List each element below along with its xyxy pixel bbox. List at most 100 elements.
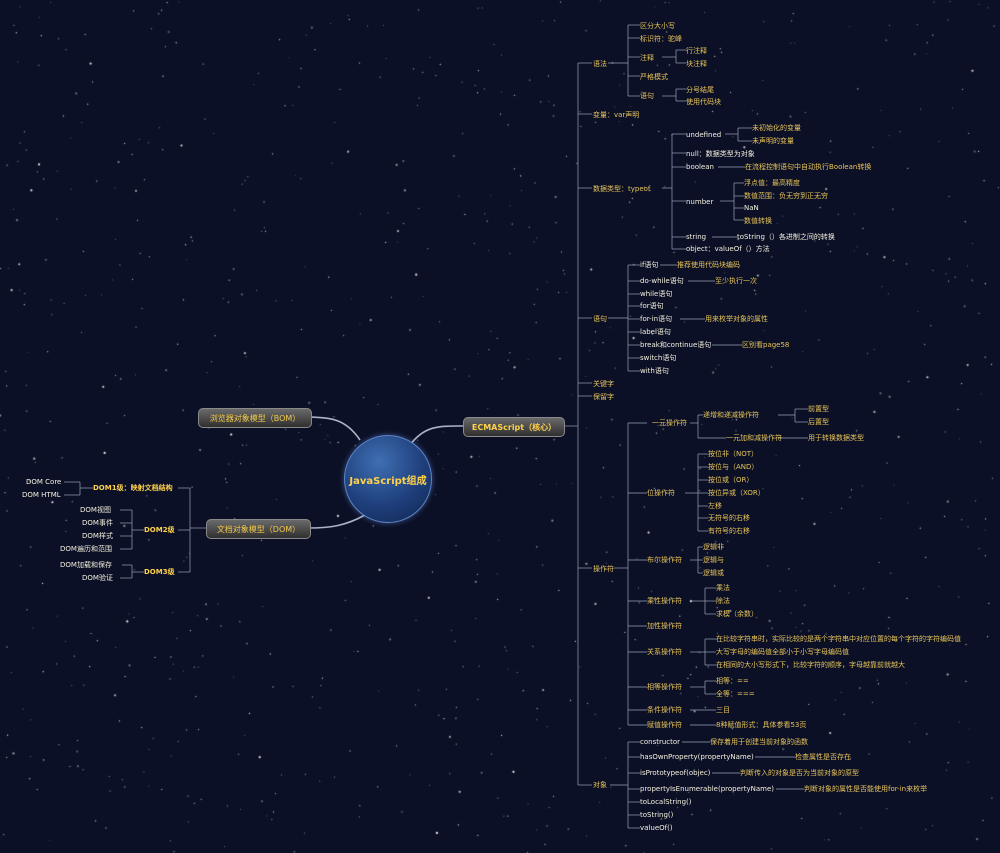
bit-left-shift[interactable]: 左移 xyxy=(708,502,722,511)
operators-node[interactable]: 操作符 xyxy=(593,565,614,574)
dom2-level[interactable]: DOM2级 xyxy=(144,526,175,535)
assignment-note[interactable]: 8种赋值形式：具体参看53页 xyxy=(716,721,806,730)
op-equality[interactable]: 相等操作符 xyxy=(647,683,682,692)
stmt-block[interactable]: 使用代码块 xyxy=(686,98,721,107)
statements-node[interactable]: 语句 xyxy=(593,315,607,324)
number-nan[interactable]: NaN xyxy=(744,204,759,213)
obj-valueof[interactable]: valueOf() xyxy=(640,824,673,833)
type-undefined[interactable]: undefined xyxy=(686,131,721,140)
boolean-note[interactable]: 在流程控制语句中自动执行Boolean转换 xyxy=(745,163,871,172)
op-multiplicative[interactable]: 乘性操作符 xyxy=(647,597,682,606)
type-object[interactable]: object：valueOf（）方法 xyxy=(686,245,770,254)
obj-propertyisenumerable[interactable]: propertyIsEnumerable(propertyName) xyxy=(640,785,774,794)
syntax-statements[interactable]: 语句 xyxy=(640,92,654,101)
obj-tostring[interactable]: toString() xyxy=(640,811,673,820)
syntax-case[interactable]: 区分大小写 xyxy=(640,22,675,31)
mul-modulus[interactable]: 求模（余数） xyxy=(716,610,758,619)
dom-style[interactable]: DOM样式 xyxy=(82,532,113,541)
conditional-note[interactable]: 三目 xyxy=(716,706,730,715)
op-bitwise[interactable]: 位操作符 xyxy=(647,489,675,498)
bom-node[interactable]: 浏览器对象模型（BOM） xyxy=(198,408,312,428)
keywords-node[interactable]: 关键字 xyxy=(593,380,614,389)
bit-not[interactable]: 按位非（NOT） xyxy=(708,450,758,459)
number-float[interactable]: 浮点值：最高精度 xyxy=(744,179,800,188)
stmt-do-while[interactable]: do-while语句 xyxy=(640,277,684,286)
op-relational[interactable]: 关系操作符 xyxy=(647,648,682,657)
dom-core[interactable]: DOM Core xyxy=(26,478,61,487)
mul-divide[interactable]: 除法 xyxy=(716,597,730,606)
eq-identical[interactable]: 全等：=== xyxy=(716,690,755,699)
op-unary-plus-note[interactable]: 用于转换数据类型 xyxy=(808,434,864,443)
dom-html[interactable]: DOM HTML xyxy=(22,491,61,500)
obj-constructor[interactable]: constructor xyxy=(640,738,680,747)
bit-xor[interactable]: 按位异或（XOR） xyxy=(708,489,765,498)
op-conditional[interactable]: 条件操作符 xyxy=(647,706,682,715)
bit-and[interactable]: 按位与（AND） xyxy=(708,463,758,472)
ecmascript-node[interactable]: ECMAScript（核心） xyxy=(463,417,565,437)
stmt-break-continue[interactable]: break和continue语句 xyxy=(640,341,711,350)
obj-tolocalstring[interactable]: toLocalString() xyxy=(640,798,692,807)
type-boolean[interactable]: boolean xyxy=(686,163,714,172)
dowhile-note[interactable]: 至少执行一次 xyxy=(715,277,757,286)
bit-signed-right[interactable]: 有符号的右移 xyxy=(708,527,750,536)
undefined-uninit[interactable]: 未初始化的变量 xyxy=(752,124,801,133)
op-prefix[interactable]: 前置型 xyxy=(808,405,829,414)
forin-note[interactable]: 用来枚举对象的属性 xyxy=(705,315,768,324)
dom3-level[interactable]: DOM3级 xyxy=(144,568,175,577)
central-topic[interactable]: JavaScript组成 xyxy=(344,435,432,523)
dom-validation[interactable]: DOM验证 xyxy=(82,574,113,583)
type-null[interactable]: null：数据类型为对象 xyxy=(686,150,755,159)
rel-note-2[interactable]: 大写字母的编码值全部小于小写字母编码值 xyxy=(716,648,849,657)
rel-note-1[interactable]: 在比较字符串时，实际比较的是两个字符串中对应位置的每个字符的字符编码值 xyxy=(716,635,961,644)
undefined-undeclared[interactable]: 未声明的变量 xyxy=(752,137,794,146)
obj-isprototypeof[interactable]: isPrototypeof(objec) xyxy=(640,769,710,778)
datatypes-node[interactable]: 数据类型：typeof xyxy=(593,185,650,194)
stmt-label[interactable]: label语句 xyxy=(640,328,671,337)
dom-node[interactable]: 文档对象模型（DOM） xyxy=(206,519,311,539)
isprototypeof-note[interactable]: 判断传入的对象是否为当前对象的原型 xyxy=(740,769,859,778)
op-inc-dec[interactable]: 递增和递减操作符 xyxy=(703,411,759,420)
bit-or[interactable]: 按位或（OR） xyxy=(708,476,753,485)
number-range[interactable]: 数值范围：负无穷到正无穷 xyxy=(744,192,828,201)
op-assignment[interactable]: 赋值操作符 xyxy=(647,721,682,730)
stmt-for-in[interactable]: for-in语句 xyxy=(640,315,672,324)
comment-line[interactable]: 行注释 xyxy=(686,47,707,56)
number-conversion[interactable]: 数值转换 xyxy=(744,217,772,226)
propertyisenumerable-note[interactable]: 判断对象的属性是否能使用for-in来枚举 xyxy=(804,785,927,794)
if-note[interactable]: 推荐使用代码块编码 xyxy=(677,261,740,270)
hasownproperty-note[interactable]: 检查属性是否存在 xyxy=(795,753,851,762)
eq-equal[interactable]: 相等：== xyxy=(716,677,749,686)
op-additive[interactable]: 加性操作符 xyxy=(647,622,682,631)
string-note[interactable]: toString（）各进制之间的转换 xyxy=(737,233,835,242)
op-unary[interactable]: 一元操作符 xyxy=(652,419,687,428)
reserved-node[interactable]: 保留字 xyxy=(593,393,614,402)
obj-hasownproperty[interactable]: hasOwnProperty(propertyName) xyxy=(640,753,754,762)
stmt-while[interactable]: while语句 xyxy=(640,290,672,299)
stmt-if[interactable]: if语句 xyxy=(640,261,658,270)
dom-views[interactable]: DOM视图 xyxy=(80,506,111,515)
op-unary-plus[interactable]: 一元加和减操作符 xyxy=(726,434,782,443)
stmt-with[interactable]: with语句 xyxy=(640,367,669,376)
op-boolean[interactable]: 布尔操作符 xyxy=(647,556,682,565)
bool-or[interactable]: 逻辑或 xyxy=(703,569,724,578)
syntax-node[interactable]: 语法 xyxy=(593,60,607,69)
syntax-strict[interactable]: 严格模式 xyxy=(640,73,668,82)
stmt-semicolon[interactable]: 分号结尾 xyxy=(686,86,714,95)
syntax-comments[interactable]: 注释 xyxy=(640,54,654,63)
dom-traversal[interactable]: DOM遍历和范围 xyxy=(60,545,112,554)
break-note[interactable]: 区别看page58 xyxy=(742,341,789,350)
bool-and[interactable]: 逻辑与 xyxy=(703,556,724,565)
bit-unsigned-right[interactable]: 无符号的右移 xyxy=(708,514,750,523)
dom-events[interactable]: DOM事件 xyxy=(82,519,113,528)
objects-node[interactable]: 对象 xyxy=(593,781,607,790)
syntax-identifier[interactable]: 标识符：驼峰 xyxy=(640,35,682,44)
stmt-for[interactable]: for语句 xyxy=(640,302,664,311)
stmt-switch[interactable]: switch语句 xyxy=(640,354,676,363)
mul-multiply[interactable]: 乘法 xyxy=(716,584,730,593)
variables-node[interactable]: 变量：var声明 xyxy=(593,111,639,120)
constructor-note[interactable]: 保存着用于创建当前对象的函数 xyxy=(710,738,808,747)
op-postfix[interactable]: 后置型 xyxy=(808,418,829,427)
dom-load-save[interactable]: DOM加载和保存 xyxy=(60,561,112,570)
bool-not[interactable]: 逻辑非 xyxy=(703,543,724,552)
type-string[interactable]: string xyxy=(686,233,706,242)
